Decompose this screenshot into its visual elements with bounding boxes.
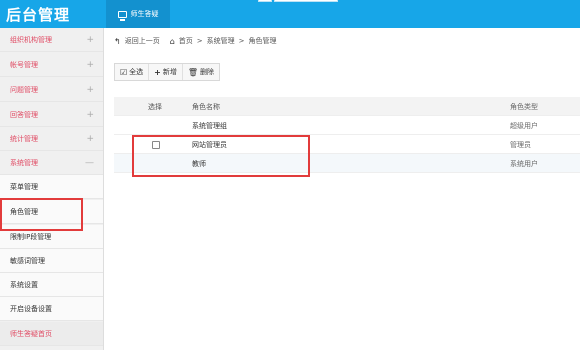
collapse-icon: — bbox=[85, 157, 94, 168]
sidebar-item-answer[interactable]: 回答管理 + bbox=[0, 103, 103, 127]
select-cell bbox=[148, 135, 178, 154]
sidebar-item-home[interactable]: 师生答疑首页 bbox=[0, 322, 103, 346]
plus-icon: + bbox=[154, 67, 161, 77]
sidebar-item-label: 菜单管理 bbox=[10, 182, 38, 191]
expand-icon: + bbox=[86, 109, 94, 120]
role-type: 系统用户 bbox=[510, 159, 538, 168]
header-name: 角色名称 bbox=[192, 102, 220, 111]
expand-icon: + bbox=[86, 59, 94, 70]
breadcrumb: ↰ 返回上一页 ⌂ 首页 > 系统管理 > 角色管理 bbox=[114, 36, 277, 46]
sidebar-item-role[interactable]: 角色管理 bbox=[0, 200, 103, 224]
table-row[interactable]: 网站管理员 管理员 bbox=[114, 135, 580, 154]
ghost-tab bbox=[258, 0, 272, 2]
select-all-label: 全选 bbox=[129, 68, 144, 76]
sidebar-item-account[interactable]: 帐号管理 + bbox=[0, 53, 103, 77]
back-icon[interactable]: ↰ bbox=[114, 37, 121, 46]
role-name: 网站管理员 bbox=[192, 140, 227, 149]
expand-icon: + bbox=[86, 133, 94, 144]
sidebar: 组织机构管理 + 帐号管理 + 问题管理 + 回答管理 + 统计管理 + 系统管… bbox=[0, 28, 104, 350]
app-logo: 后台管理 bbox=[6, 6, 71, 24]
sidebar-item-org[interactable]: 组织机构管理 + bbox=[0, 28, 103, 52]
sidebar-item-ip[interactable]: 限制IP段管理 bbox=[0, 225, 103, 249]
breadcrumb-separator: > bbox=[238, 37, 245, 45]
sidebar-item-label: 师生答疑首页 bbox=[10, 329, 52, 338]
sidebar-item-sensitive[interactable]: 敏感词管理 bbox=[0, 249, 103, 273]
role-type: 管理员 bbox=[510, 140, 531, 149]
table-row[interactable]: 教师 系统用户 bbox=[114, 154, 580, 173]
delete-label: 删除 bbox=[200, 68, 215, 76]
role-name: 教师 bbox=[192, 159, 206, 168]
add-button[interactable]: + 新增 bbox=[149, 64, 183, 80]
header-type: 角色类型 bbox=[510, 102, 538, 111]
expand-icon: + bbox=[86, 34, 94, 45]
tab-qa-label: 师生答疑 bbox=[130, 10, 159, 18]
add-label: 新增 bbox=[162, 68, 177, 76]
sidebar-item-stats[interactable]: 统计管理 + bbox=[0, 127, 103, 151]
sidebar-item-label: 敏感词管理 bbox=[10, 256, 45, 265]
delete-button[interactable]: 🗑 删除 bbox=[183, 64, 219, 80]
role-table: 选择 角色名称 角色类型 系统管理组 超级用户 网站管理员 管理员 教师 系统用… bbox=[114, 97, 580, 173]
sidebar-item-label: 开启设备设置 bbox=[10, 304, 52, 313]
main-content: ↰ 返回上一页 ⌂ 首页 > 系统管理 > 角色管理 ☑ 全选 + 新增 🗑 删… bbox=[104, 28, 580, 350]
sidebar-item-label: 回答管理 bbox=[10, 110, 38, 119]
sidebar-item-label: 组织机构管理 bbox=[10, 35, 52, 44]
back-link[interactable]: 返回上一页 bbox=[125, 36, 160, 46]
sidebar-item-label: 限制IP段管理 bbox=[10, 232, 52, 241]
trash-icon: 🗑 bbox=[187, 67, 199, 77]
row-checkbox[interactable] bbox=[152, 140, 160, 149]
sidebar-item-question[interactable]: 问题管理 + bbox=[0, 78, 103, 102]
sidebar-item-menu[interactable]: 菜单管理 bbox=[0, 175, 103, 199]
select-all-button[interactable]: ☑ 全选 bbox=[115, 64, 150, 80]
home-icon: ⌂ bbox=[169, 36, 175, 46]
breadcrumb-current: 角色管理 bbox=[248, 37, 277, 45]
check-square-icon: ☑ bbox=[120, 67, 128, 77]
expand-icon: + bbox=[86, 84, 94, 95]
tab-qa[interactable]: 师生答疑 bbox=[106, 0, 170, 28]
monitor-icon bbox=[117, 10, 127, 21]
sidebar-item-label: 系统管理 bbox=[10, 158, 38, 167]
role-type: 超级用户 bbox=[510, 121, 538, 130]
breadcrumb-separator: > bbox=[196, 37, 203, 45]
sidebar-item-label: 问题管理 bbox=[10, 85, 38, 94]
sidebar-item-label: 统计管理 bbox=[10, 134, 38, 143]
sidebar-item-label: 帐号管理 bbox=[10, 60, 38, 69]
role-name: 系统管理组 bbox=[192, 121, 227, 130]
sidebar-item-label: 系统设置 bbox=[10, 280, 38, 289]
breadcrumb-home[interactable]: 首页 bbox=[179, 36, 193, 46]
sidebar-item-settings[interactable]: 系统设置 bbox=[0, 273, 103, 297]
header-select: 选择 bbox=[148, 102, 162, 111]
ghost-tab bbox=[274, 0, 338, 2]
top-bar: 后台管理 师生答疑 bbox=[0, 0, 580, 28]
sidebar-item-label: 角色管理 bbox=[10, 207, 38, 216]
breadcrumb-level1[interactable]: 系统管理 bbox=[207, 36, 235, 46]
table-header: 选择 角色名称 角色类型 bbox=[114, 97, 580, 116]
sidebar-item-system[interactable]: 系统管理 — bbox=[0, 151, 103, 175]
toolbar: ☑ 全选 + 新增 🗑 删除 bbox=[114, 63, 221, 81]
table-row[interactable]: 系统管理组 超级用户 bbox=[114, 116, 580, 135]
sidebar-item-device[interactable]: 开启设备设置 bbox=[0, 297, 103, 321]
